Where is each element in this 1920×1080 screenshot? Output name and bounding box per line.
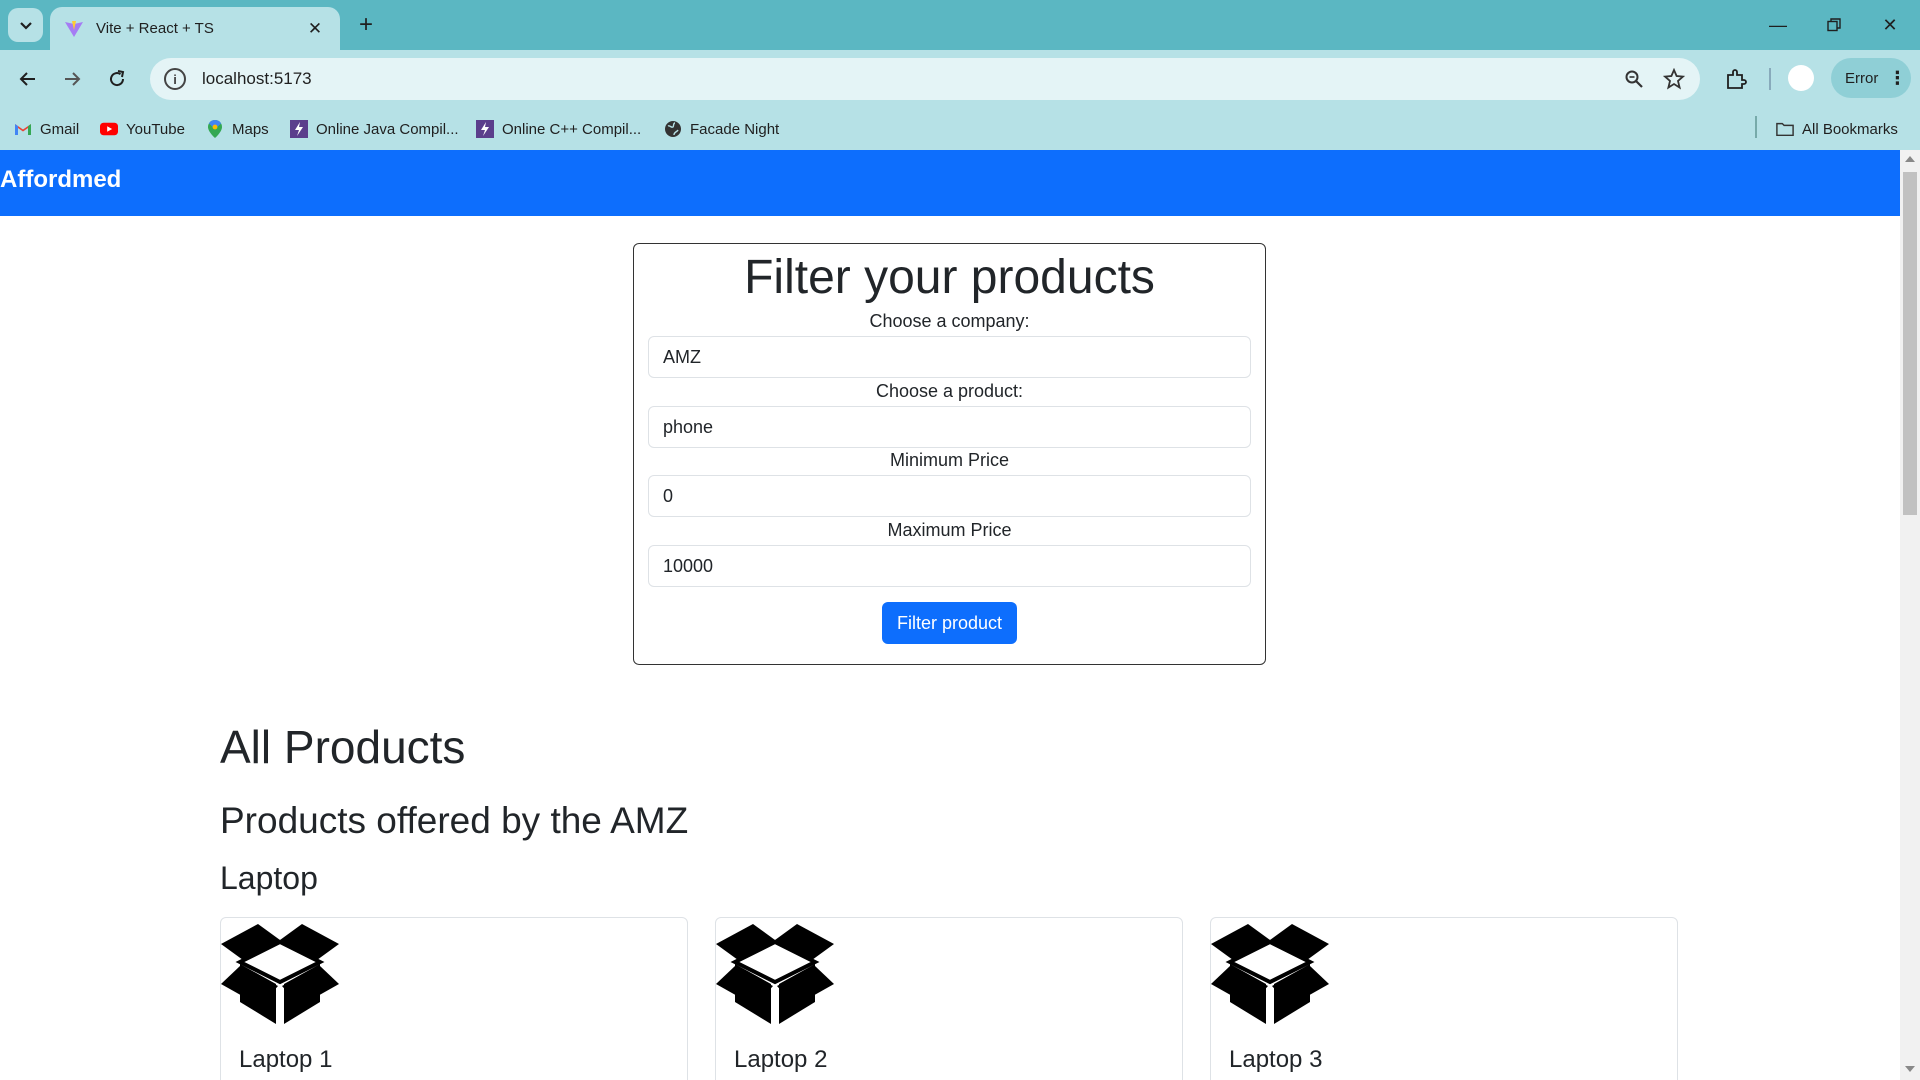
tab-title: Vite + React + TS xyxy=(96,20,214,37)
product-label: Choose a product: xyxy=(875,381,1024,401)
bolt-icon xyxy=(290,120,308,138)
box-icon xyxy=(1211,924,1329,1024)
all-products-heading: All Products xyxy=(220,721,466,773)
max-price-input[interactable] xyxy=(648,545,1251,587)
back-arrow-icon[interactable] xyxy=(10,61,46,97)
scroll-down-arrow-icon[interactable] xyxy=(1905,1066,1915,1072)
product-name: Laptop 1 xyxy=(239,1046,333,1073)
reload-icon[interactable] xyxy=(99,61,135,97)
filter-product-button[interactable]: Filter product xyxy=(882,602,1017,644)
new-tab-button[interactable]: + xyxy=(351,10,381,40)
product-name: Laptop 3 xyxy=(1229,1046,1323,1073)
url-text[interactable]: localhost:5173 xyxy=(202,69,1614,89)
all-bookmarks-label: All Bookmarks xyxy=(1802,120,1898,138)
tab-search-button[interactable] xyxy=(8,8,43,42)
bookmark-label: YouTube xyxy=(126,120,185,138)
product-card[interactable]: Laptop 3 xyxy=(1210,917,1678,1080)
scrollbar-thumb[interactable] xyxy=(1903,172,1917,515)
bookmarks-bar: Gmail YouTube Maps Online Java Compil...… xyxy=(0,108,1920,150)
bookmark-facade-night[interactable]: Facade Night xyxy=(664,117,779,141)
restore-icon[interactable] xyxy=(1806,0,1862,50)
globe-icon xyxy=(664,120,682,138)
min-price-label: Minimum Price xyxy=(889,450,1009,470)
bookmark-star-icon[interactable] xyxy=(1654,59,1694,99)
vite-logo-icon xyxy=(65,20,83,37)
folder-icon xyxy=(1776,120,1794,138)
bookmark-label: Maps xyxy=(232,120,269,138)
toolbar-divider xyxy=(1769,68,1771,90)
max-price-label: Maximum Price xyxy=(887,520,1012,540)
address-bar[interactable]: i localhost:5173 xyxy=(150,58,1700,100)
bookmark-label: Online C++ Compil... xyxy=(502,120,642,138)
bookmark-youtube[interactable]: YouTube xyxy=(100,117,185,141)
youtube-icon xyxy=(100,120,118,138)
site-info-icon[interactable]: i xyxy=(164,68,186,90)
filter-title: Filter your products xyxy=(744,251,1155,304)
bookmark-java-compiler[interactable]: Online Java Compil... xyxy=(290,117,459,141)
tab-close-icon[interactable]: ✕ xyxy=(304,18,326,40)
bookmark-cpp-compiler[interactable]: Online C++ Compil... xyxy=(476,117,641,141)
forward-arrow-icon[interactable] xyxy=(54,61,90,97)
page-scrollbar[interactable] xyxy=(1900,150,1920,1080)
navbar-brand[interactable]: Affordmed xyxy=(0,166,121,194)
bookmark-label: Facade Night xyxy=(690,120,780,138)
company-products-heading: Products offered by the AMZ xyxy=(220,800,689,841)
scroll-up-arrow-icon[interactable] xyxy=(1905,156,1915,162)
company-input[interactable] xyxy=(648,336,1251,378)
zoom-icon[interactable] xyxy=(1614,59,1654,99)
bookmark-label: Gmail xyxy=(40,120,80,138)
bookmark-gmail[interactable]: Gmail xyxy=(14,117,79,141)
profile-error-button[interactable]: Error ⋮ xyxy=(1831,58,1911,98)
all-bookmarks-button[interactable]: All Bookmarks xyxy=(1776,117,1898,141)
chevron-down-icon xyxy=(19,22,32,30)
product-input[interactable] xyxy=(648,406,1251,448)
page-viewport: Affordmed Filter your products Choose a … xyxy=(0,150,1900,1080)
bolt-icon xyxy=(476,120,494,138)
site-navbar: Affordmed xyxy=(0,150,1900,216)
profile-error-label: Error xyxy=(1845,69,1879,87)
product-card[interactable]: Laptop 1 xyxy=(220,917,688,1080)
company-label: Choose a company: xyxy=(869,311,1030,331)
profile-avatar[interactable] xyxy=(1788,65,1814,91)
min-price-input[interactable] xyxy=(648,475,1251,517)
product-card[interactable]: Laptop 2 xyxy=(715,917,1183,1080)
browser-toolbar: i localhost:5173 xyxy=(0,50,1920,108)
bookmark-maps[interactable]: Maps xyxy=(206,117,269,141)
maps-icon xyxy=(206,120,224,138)
tab-strip: Vite + React + TS ✕ + — ✕ xyxy=(0,0,1920,50)
extensions-icon[interactable] xyxy=(1718,61,1754,97)
kebab-menu-icon: ⋮ xyxy=(1888,67,1907,88)
gmail-icon xyxy=(14,120,32,138)
box-icon xyxy=(221,924,339,1024)
window-close-icon[interactable]: ✕ xyxy=(1862,0,1918,50)
category-heading: Laptop xyxy=(220,860,318,896)
minimize-icon[interactable]: — xyxy=(1750,0,1806,50)
product-name: Laptop 2 xyxy=(734,1046,828,1073)
filter-form: Filter your products Choose a company: C… xyxy=(633,243,1266,665)
box-icon xyxy=(716,924,834,1024)
browser-tab[interactable]: Vite + React + TS ✕ xyxy=(50,7,340,50)
bookmarks-divider xyxy=(1755,116,1757,138)
bookmark-label: Online Java Compil... xyxy=(316,120,459,138)
